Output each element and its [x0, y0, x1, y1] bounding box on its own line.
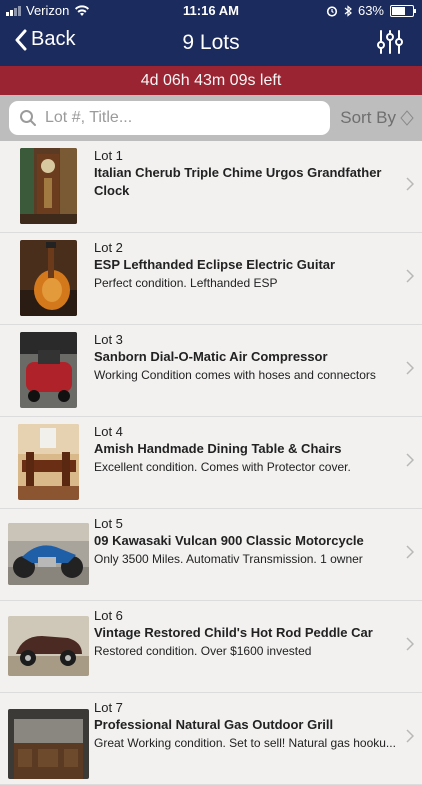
- lot-description: Excellent condition. Comes with Protecto…: [94, 460, 351, 474]
- list-item[interactable]: Lot 7 Professional Natural Gas Outdoor G…: [0, 693, 422, 785]
- chevron-right-icon: [406, 361, 414, 375]
- lot-number: Lot 7: [94, 700, 123, 715]
- lot-thumbnail-guitar: [20, 240, 77, 316]
- list-item[interactable]: Lot 1 Italian Cherub Triple Chime Urgos …: [0, 141, 422, 233]
- lot-title: Amish Handmade Dining Table & Chairs: [94, 441, 342, 456]
- lot-description: Restored condition. Over $1600 invested: [94, 644, 312, 658]
- lot-title: Italian Cherub Triple Chime Urgos Grandf…: [94, 165, 382, 198]
- search-field[interactable]: [9, 101, 330, 135]
- sort-diamond-icon: [400, 110, 414, 126]
- lot-description: Perfect condition. Lefthanded ESP: [94, 276, 278, 290]
- lot-thumbnail-clock: [20, 148, 77, 224]
- alarm-icon: [326, 5, 338, 17]
- lot-thumbnail-dining-table: [18, 424, 79, 500]
- lot-number: Lot 6: [94, 608, 123, 623]
- lot-number: Lot 5: [94, 516, 123, 531]
- lot-title: Professional Natural Gas Outdoor Grill: [94, 717, 334, 732]
- chevron-right-icon: [406, 177, 414, 191]
- sort-by-button[interactable]: Sort By: [340, 108, 414, 128]
- list-item[interactable]: Lot 4 Amish Handmade Dining Table & Chai…: [0, 417, 422, 509]
- chevron-right-icon: [406, 269, 414, 283]
- lot-description: Working Condition comes with hoses and c…: [94, 368, 376, 382]
- battery-icon: [390, 4, 416, 17]
- lot-thumbnail-compressor: [20, 332, 77, 408]
- list-item[interactable]: Lot 2 ESP Lefthanded Eclipse Electric Gu…: [0, 233, 422, 325]
- lot-title: Sanborn Dial-O-Matic Air Compressor: [94, 349, 328, 364]
- lot-number: Lot 2: [94, 240, 123, 255]
- search-bar: Sort By: [0, 95, 422, 141]
- list-item[interactable]: Lot 6 Vintage Restored Child's Hot Rod P…: [0, 601, 422, 693]
- list-item[interactable]: Lot 5 09 Kawasaki Vulcan 900 Classic Mot…: [0, 509, 422, 601]
- bluetooth-icon: [344, 4, 352, 17]
- lot-description: Great Working condition. Set to sell! Na…: [94, 736, 396, 750]
- nav-bar: Back 9 Lots: [0, 22, 422, 66]
- lot-title: Vintage Restored Child's Hot Rod Peddle …: [94, 625, 373, 640]
- lot-thumbnail-grill: [8, 709, 89, 779]
- chevron-right-icon: [406, 637, 414, 651]
- lot-number: Lot 3: [94, 332, 123, 347]
- chevron-right-icon: [406, 545, 414, 559]
- lot-title: ESP Lefthanded Eclipse Electric Guitar: [94, 257, 336, 272]
- lots-list: Lot 1 Italian Cherub Triple Chime Urgos …: [0, 141, 422, 785]
- lot-thumbnail-motorcycle: [8, 523, 89, 585]
- lot-description: Only 3500 Miles. Automativ Transmission.…: [94, 552, 363, 566]
- lot-title: 09 Kawasaki Vulcan 900 Classic Motorcycl…: [94, 533, 364, 548]
- search-input[interactable]: [43, 108, 317, 128]
- lot-number: Lot 4: [94, 424, 123, 439]
- chevron-right-icon: [406, 453, 414, 467]
- battery-percent: 63%: [357, 3, 384, 18]
- sort-by-label: Sort By: [340, 108, 396, 127]
- search-icon: [20, 110, 36, 126]
- time-remaining-banner: 4d 06h 43m 09s left: [0, 66, 422, 95]
- chevron-right-icon: [406, 729, 414, 743]
- lot-thumbnail-peddle-car: [8, 616, 89, 676]
- page-title: 9 Lots: [182, 31, 240, 54]
- lot-number: Lot 1: [94, 148, 123, 163]
- filter-sliders-icon[interactable]: [376, 28, 404, 56]
- list-item[interactable]: Lot 3 Sanborn Dial-O-Matic Air Compresso…: [0, 325, 422, 417]
- status-bar: Verizon 11:16 AM 63%: [0, 0, 422, 22]
- top-bar: Verizon 11:16 AM 63% Back 9 Lots: [0, 0, 422, 66]
